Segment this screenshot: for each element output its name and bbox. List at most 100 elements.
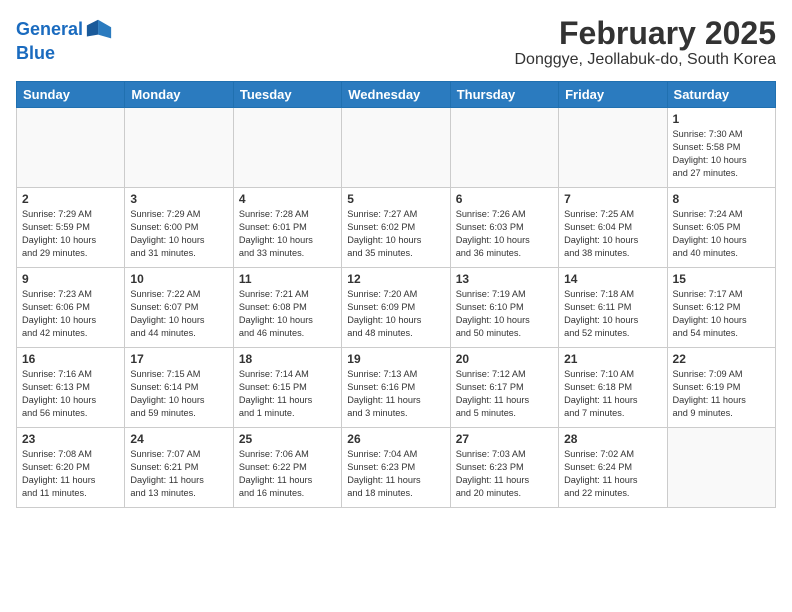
- weekday-header: Sunday: [17, 82, 125, 108]
- calendar-cell: 26 Sunrise: 7:04 AM Sunset: 6:23 PM Dayli…: [342, 428, 450, 508]
- day-number: 26: [347, 432, 444, 446]
- day-info: Sunrise: 7:30 AM Sunset: 5:58 PM Dayligh…: [673, 128, 770, 180]
- day-info: Sunrise: 7:25 AM Sunset: 6:04 PM Dayligh…: [564, 208, 661, 260]
- calendar-subtitle: Donggye, Jeollabuk-do, South Korea: [514, 51, 776, 69]
- calendar-cell: 16 Sunrise: 7:16 AM Sunset: 6:13 PM Dayli…: [17, 348, 125, 428]
- calendar-cell: 25 Sunrise: 7:06 AM Sunset: 6:22 PM Dayli…: [233, 428, 341, 508]
- day-number: 18: [239, 352, 336, 366]
- calendar-cell: 28 Sunrise: 7:02 AM Sunset: 6:24 PM Dayli…: [559, 428, 667, 508]
- calendar-cell: 6 Sunrise: 7:26 AM Sunset: 6:03 PM Daylig…: [450, 188, 558, 268]
- day-info: Sunrise: 7:21 AM Sunset: 6:08 PM Dayligh…: [239, 288, 336, 340]
- calendar-cell: [667, 428, 775, 508]
- day-number: 27: [456, 432, 553, 446]
- day-number: 8: [673, 192, 770, 206]
- calendar-cell: 13 Sunrise: 7:19 AM Sunset: 6:10 PM Dayli…: [450, 268, 558, 348]
- day-info: Sunrise: 7:29 AM Sunset: 5:59 PM Dayligh…: [22, 208, 119, 260]
- day-info: Sunrise: 7:08 AM Sunset: 6:20 PM Dayligh…: [22, 448, 119, 500]
- day-info: Sunrise: 7:09 AM Sunset: 6:19 PM Dayligh…: [673, 368, 770, 420]
- calendar-cell: 8 Sunrise: 7:24 AM Sunset: 6:05 PM Daylig…: [667, 188, 775, 268]
- calendar-cell: 24 Sunrise: 7:07 AM Sunset: 6:21 PM Dayli…: [125, 428, 233, 508]
- calendar-cell: [125, 108, 233, 188]
- calendar-cell: 20 Sunrise: 7:12 AM Sunset: 6:17 PM Dayli…: [450, 348, 558, 428]
- calendar-header-row: SundayMondayTuesdayWednesdayThursdayFrid…: [17, 82, 776, 108]
- day-number: 9: [22, 272, 119, 286]
- day-number: 22: [673, 352, 770, 366]
- calendar-cell: 21Sunrise: 7:10 AM Sunset: 6:18 PM Dayli…: [559, 348, 667, 428]
- day-info: Sunrise: 7:17 AM Sunset: 6:12 PM Dayligh…: [673, 288, 770, 340]
- calendar-cell: 27 Sunrise: 7:03 AM Sunset: 6:23 PM Dayli…: [450, 428, 558, 508]
- day-info: Sunrise: 7:03 AM Sunset: 6:23 PM Dayligh…: [456, 448, 553, 500]
- logo-icon: [85, 16, 113, 44]
- calendar-table: SundayMondayTuesdayWednesdayThursdayFrid…: [16, 81, 776, 508]
- day-info: Sunrise: 7:20 AM Sunset: 6:09 PM Dayligh…: [347, 288, 444, 340]
- day-info: Sunrise: 7:23 AM Sunset: 6:06 PM Dayligh…: [22, 288, 119, 340]
- calendar-cell: 18 Sunrise: 7:14 AM Sunset: 6:15 PM Dayli…: [233, 348, 341, 428]
- calendar-cell: 2Sunrise: 7:29 AM Sunset: 5:59 PM Daylig…: [17, 188, 125, 268]
- calendar-week-row: 23 Sunrise: 7:08 AM Sunset: 6:20 PM Dayli…: [17, 428, 776, 508]
- weekday-header: Saturday: [667, 82, 775, 108]
- weekday-header: Thursday: [450, 82, 558, 108]
- day-info: Sunrise: 7:16 AM Sunset: 6:13 PM Dayligh…: [22, 368, 119, 420]
- calendar-cell: [559, 108, 667, 188]
- calendar-cell: 17 Sunrise: 7:15 AM Sunset: 6:14 PM Dayli…: [125, 348, 233, 428]
- day-number: 24: [130, 432, 227, 446]
- day-info: Sunrise: 7:04 AM Sunset: 6:23 PM Dayligh…: [347, 448, 444, 500]
- day-info: Sunrise: 7:12 AM Sunset: 6:17 PM Dayligh…: [456, 368, 553, 420]
- day-number: 17: [130, 352, 227, 366]
- header: General Blue February 2025 Donggye, Jeol…: [16, 16, 776, 69]
- day-info: Sunrise: 7:27 AM Sunset: 6:02 PM Dayligh…: [347, 208, 444, 260]
- calendar-week-row: 1Sunrise: 7:30 AM Sunset: 5:58 PM Daylig…: [17, 108, 776, 188]
- calendar-cell: 9 Sunrise: 7:23 AM Sunset: 6:06 PM Daylig…: [17, 268, 125, 348]
- calendar-cell: 7 Sunrise: 7:25 AM Sunset: 6:04 PM Daylig…: [559, 188, 667, 268]
- day-number: 20: [456, 352, 553, 366]
- day-info: Sunrise: 7:10 AM Sunset: 6:18 PM Dayligh…: [564, 368, 661, 420]
- calendar-cell: [17, 108, 125, 188]
- day-info: Sunrise: 7:26 AM Sunset: 6:03 PM Dayligh…: [456, 208, 553, 260]
- day-number: 14: [564, 272, 661, 286]
- logo-text: General: [16, 20, 83, 40]
- day-info: Sunrise: 7:06 AM Sunset: 6:22 PM Dayligh…: [239, 448, 336, 500]
- day-number: 13: [456, 272, 553, 286]
- calendar-cell: [233, 108, 341, 188]
- calendar-cell: 1Sunrise: 7:30 AM Sunset: 5:58 PM Daylig…: [667, 108, 775, 188]
- day-number: 7: [564, 192, 661, 206]
- day-info: Sunrise: 7:07 AM Sunset: 6:21 PM Dayligh…: [130, 448, 227, 500]
- calendar-week-row: 9 Sunrise: 7:23 AM Sunset: 6:06 PM Daylig…: [17, 268, 776, 348]
- weekday-header: Monday: [125, 82, 233, 108]
- day-info: Sunrise: 7:29 AM Sunset: 6:00 PM Dayligh…: [130, 208, 227, 260]
- day-number: 10: [130, 272, 227, 286]
- day-number: 15: [673, 272, 770, 286]
- day-number: 23: [22, 432, 119, 446]
- weekday-header: Friday: [559, 82, 667, 108]
- calendar-week-row: 2Sunrise: 7:29 AM Sunset: 5:59 PM Daylig…: [17, 188, 776, 268]
- calendar-cell: [342, 108, 450, 188]
- day-info: Sunrise: 7:02 AM Sunset: 6:24 PM Dayligh…: [564, 448, 661, 500]
- calendar-week-row: 16 Sunrise: 7:16 AM Sunset: 6:13 PM Dayli…: [17, 348, 776, 428]
- day-info: Sunrise: 7:18 AM Sunset: 6:11 PM Dayligh…: [564, 288, 661, 340]
- calendar-cell: 19Sunrise: 7:13 AM Sunset: 6:16 PM Dayli…: [342, 348, 450, 428]
- calendar-cell: 5 Sunrise: 7:27 AM Sunset: 6:02 PM Daylig…: [342, 188, 450, 268]
- day-number: 25: [239, 432, 336, 446]
- calendar-cell: 22 Sunrise: 7:09 AM Sunset: 6:19 PM Dayli…: [667, 348, 775, 428]
- logo: General Blue: [16, 16, 113, 64]
- day-number: 16: [22, 352, 119, 366]
- day-number: 11: [239, 272, 336, 286]
- day-number: 6: [456, 192, 553, 206]
- day-number: 3: [130, 192, 227, 206]
- logo-blue-text: Blue: [16, 44, 113, 64]
- calendar-cell: 12 Sunrise: 7:20 AM Sunset: 6:09 PM Dayli…: [342, 268, 450, 348]
- day-number: 28: [564, 432, 661, 446]
- day-number: 5: [347, 192, 444, 206]
- day-info: Sunrise: 7:13 AM Sunset: 6:16 PM Dayligh…: [347, 368, 444, 420]
- calendar-cell: 10Sunrise: 7:22 AM Sunset: 6:07 PM Dayli…: [125, 268, 233, 348]
- day-info: Sunrise: 7:28 AM Sunset: 6:01 PM Dayligh…: [239, 208, 336, 260]
- day-number: 12: [347, 272, 444, 286]
- day-number: 4: [239, 192, 336, 206]
- day-info: Sunrise: 7:24 AM Sunset: 6:05 PM Dayligh…: [673, 208, 770, 260]
- day-info: Sunrise: 7:19 AM Sunset: 6:10 PM Dayligh…: [456, 288, 553, 340]
- calendar-cell: 3 Sunrise: 7:29 AM Sunset: 6:00 PM Daylig…: [125, 188, 233, 268]
- calendar-cell: 15 Sunrise: 7:17 AM Sunset: 6:12 PM Dayli…: [667, 268, 775, 348]
- day-info: Sunrise: 7:14 AM Sunset: 6:15 PM Dayligh…: [239, 368, 336, 420]
- calendar-cell: 23 Sunrise: 7:08 AM Sunset: 6:20 PM Dayli…: [17, 428, 125, 508]
- day-info: Sunrise: 7:15 AM Sunset: 6:14 PM Dayligh…: [130, 368, 227, 420]
